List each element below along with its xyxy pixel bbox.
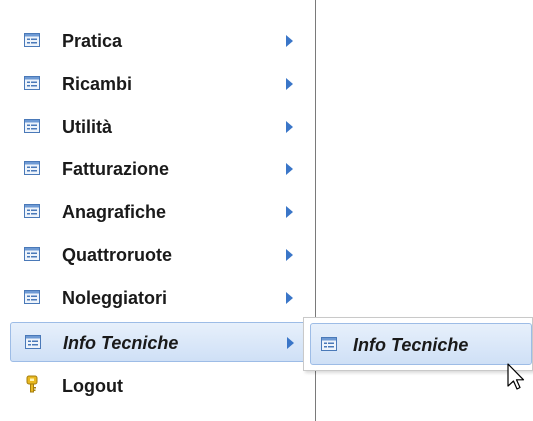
menu-item-anagrafiche[interactable]: Anagrafiche bbox=[10, 192, 306, 232]
menu-item-info-tecniche[interactable]: Info Tecniche bbox=[10, 322, 306, 362]
list-window-icon bbox=[321, 337, 337, 351]
submenu-arrow-icon bbox=[286, 121, 293, 133]
menu-item-label: Fatturazione bbox=[62, 159, 170, 179]
submenu-item-info-tecniche[interactable]: Info Tecniche bbox=[310, 323, 532, 365]
menu-item-label: Anagrafiche bbox=[62, 202, 167, 222]
menu-item-ricambi[interactable]: Ricambi bbox=[10, 64, 306, 104]
list-window-icon bbox=[24, 119, 40, 133]
submenu-arrow-icon bbox=[286, 292, 293, 304]
submenu-arrow-icon bbox=[286, 35, 293, 47]
list-window-icon bbox=[24, 76, 40, 90]
list-window-icon bbox=[24, 247, 40, 261]
submenu-arrow-icon bbox=[286, 163, 293, 175]
list-window-icon bbox=[24, 204, 40, 218]
main-menu: Pratica Ricambi Utilità Fatturazione Ana… bbox=[0, 0, 316, 421]
menu-item-logout[interactable]: Logout bbox=[10, 366, 306, 406]
list-window-icon bbox=[24, 290, 40, 304]
menu-item-label: Logout bbox=[62, 376, 123, 396]
list-window-icon bbox=[24, 161, 40, 175]
submenu-item-label: Info Tecniche bbox=[353, 335, 469, 355]
list-window-icon bbox=[25, 335, 41, 349]
submenu-arrow-icon bbox=[287, 337, 294, 349]
menu-item-utilita[interactable]: Utilità bbox=[10, 107, 306, 147]
menu-item-label: Info Tecniche bbox=[63, 333, 179, 353]
key-icon bbox=[26, 375, 38, 393]
menu-item-label: Pratica bbox=[62, 31, 123, 51]
list-window-icon bbox=[24, 33, 40, 47]
menu-item-noleggiatori[interactable]: Noleggiatori bbox=[10, 278, 306, 318]
menu-item-label: Quattroruote bbox=[62, 245, 172, 265]
submenu-arrow-icon bbox=[286, 249, 293, 261]
menu-item-label: Noleggiatori bbox=[62, 288, 168, 308]
menu-item-quattroruote[interactable]: Quattroruote bbox=[10, 235, 306, 275]
menu-item-label: Utilità bbox=[62, 117, 113, 137]
submenu-arrow-icon bbox=[286, 78, 293, 90]
mouse-pointer-icon bbox=[507, 363, 525, 390]
menu-item-label: Ricambi bbox=[62, 74, 133, 94]
menu-item-pratica[interactable]: Pratica bbox=[10, 21, 306, 61]
info-tecniche-submenu: Info Tecniche bbox=[303, 317, 533, 371]
submenu-arrow-icon bbox=[286, 206, 293, 218]
menu-item-fatturazione[interactable]: Fatturazione bbox=[10, 149, 306, 189]
